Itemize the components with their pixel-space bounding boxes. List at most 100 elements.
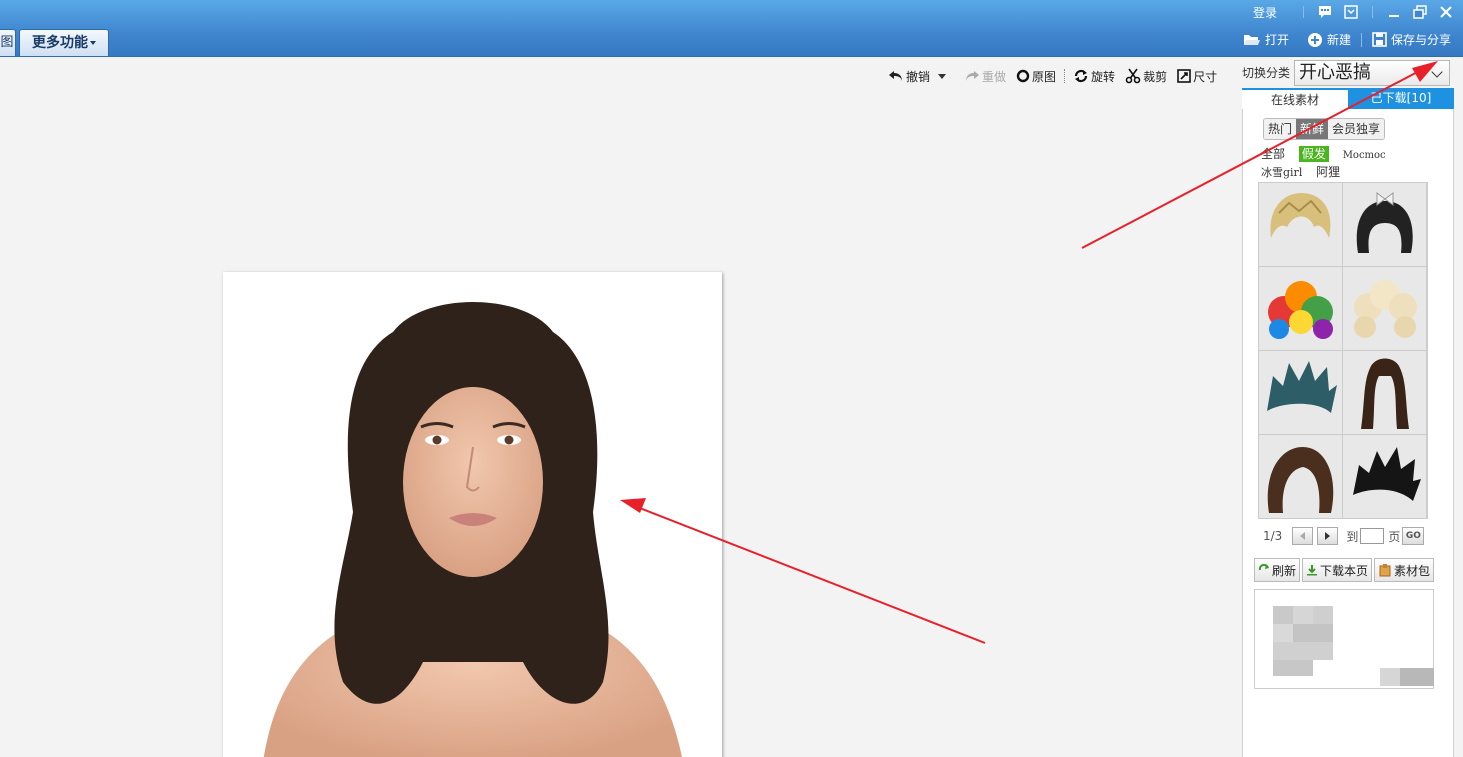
message-icon[interactable]	[1318, 5, 1332, 19]
redo-icon	[966, 71, 980, 81]
filter-icesnow-girl[interactable]: 冰雪girl	[1261, 165, 1302, 181]
restore-icon[interactable]	[1413, 5, 1427, 19]
rotate-icon	[1074, 69, 1088, 83]
blur-pixel	[1293, 606, 1313, 624]
resize-icon	[1177, 69, 1191, 83]
window-controls: 登录	[1253, 0, 1463, 24]
goto-label: 到	[1346, 529, 1359, 544]
caret-down-icon[interactable]	[938, 73, 947, 79]
black-spiky-wig-thumb[interactable]	[1343, 435, 1426, 518]
open-button[interactable]: 打开	[1243, 31, 1289, 48]
divider	[1360, 32, 1362, 47]
save-share-label: 保存与分享	[1390, 33, 1451, 47]
refresh-label: 刷新	[1272, 563, 1297, 578]
more-features-label: 更多功能	[32, 35, 88, 51]
minimize-icon[interactable]	[1387, 5, 1401, 19]
segment-hot[interactable]: 热门	[1264, 119, 1297, 139]
edit-toolbar: 撤销 重做 原图 旋转 裁剪 尺寸	[888, 66, 1227, 86]
segment-new[interactable]: 新鲜	[1296, 119, 1329, 139]
blur-pixel	[1273, 642, 1333, 660]
undo-button[interactable]: 撤销	[888, 68, 947, 85]
long-wavy-brown-wig-thumb[interactable]	[1343, 351, 1426, 434]
filter-mocmoc[interactable]: Mocmoc	[1343, 148, 1386, 164]
teal-spiky-wig-thumb[interactable]	[1259, 351, 1342, 434]
blur-pixel	[1273, 624, 1293, 642]
divider	[1303, 6, 1304, 18]
panel-tabs: 在线素材 已下载[10]	[1242, 88, 1454, 109]
chevron-left-icon	[1300, 532, 1306, 540]
login-link[interactable]: 登录	[1253, 4, 1277, 21]
rotate-button[interactable]: 旋转	[1073, 68, 1115, 85]
filter-all[interactable]: 全部	[1261, 146, 1285, 162]
new-label: 新建	[1326, 33, 1351, 47]
segment-vip[interactable]: 会员独享	[1328, 119, 1385, 139]
next-page-button[interactable]	[1317, 527, 1339, 545]
divider	[1064, 69, 1066, 83]
package-label: 素材包	[1394, 563, 1431, 578]
file-actions: 打开 新建 保存与分享	[1225, 31, 1451, 48]
save-share-button[interactable]: 保存与分享	[1372, 31, 1451, 48]
blur-pixel	[1293, 624, 1333, 642]
refresh-button[interactable]: 刷新	[1254, 558, 1301, 582]
category-label: 切换分类	[1242, 66, 1291, 80]
size-button[interactable]: 尺寸	[1177, 68, 1217, 85]
crop-button[interactable]: 裁剪	[1125, 68, 1167, 85]
panel-actions: 刷新 下载本页 素材包	[1254, 558, 1436, 582]
more-features-tab[interactable]: 更多功能	[19, 29, 109, 56]
rotate-label: 旋转	[1091, 69, 1116, 84]
blurred-content	[1254, 589, 1434, 689]
redo-button[interactable]: 重做	[964, 68, 1006, 85]
plus-circle-icon	[1307, 32, 1322, 47]
cream-curly-wig-thumb[interactable]	[1343, 267, 1426, 350]
save-icon	[1372, 32, 1387, 47]
open-label: 打开	[1264, 33, 1289, 47]
photo-canvas[interactable]	[223, 272, 722, 757]
portrait-image	[263, 302, 682, 757]
thumbnail-grid	[1258, 182, 1428, 519]
original-label: 原图	[1032, 69, 1057, 84]
filter-tags: 全部 假发 Mocmoc 冰雪girl 阿狸	[1261, 146, 1451, 181]
scissors-icon	[1125, 68, 1141, 84]
original-button[interactable]: 原图	[1016, 68, 1056, 85]
page-input[interactable]	[1360, 528, 1385, 544]
redo-label: 重做	[982, 69, 1007, 84]
black-bob-bow-wig-thumb[interactable]	[1343, 183, 1426, 266]
download-page-button[interactable]: 下载本页	[1302, 558, 1373, 582]
size-label: 尺寸	[1193, 69, 1218, 84]
blur-pixel	[1400, 668, 1434, 686]
filter-wig[interactable]: 假发	[1298, 146, 1329, 162]
close-icon[interactable]	[1439, 5, 1453, 19]
refresh-icon	[1258, 564, 1269, 571]
prev-page-button[interactable]	[1292, 527, 1314, 545]
chevron-right-icon	[1325, 532, 1331, 540]
tab-online-materials[interactable]: 在线素材	[1242, 88, 1348, 109]
title-bar: 图 更多功能 登录 打开 新建 保存与分享	[0, 0, 1463, 57]
blur-pixel	[1380, 668, 1400, 686]
page-status: 1/3	[1263, 529, 1283, 543]
tab-partial[interactable]: 图	[0, 29, 16, 56]
undo-label: 撤销	[906, 69, 931, 84]
undo-icon	[889, 71, 902, 81]
divider	[1372, 6, 1373, 18]
tab-downloaded[interactable]: 已下载[10]	[1348, 88, 1454, 109]
new-button[interactable]: 新建	[1307, 31, 1351, 48]
category-select[interactable]: 开心恶搞	[1294, 60, 1450, 86]
package-button[interactable]: 素材包	[1374, 558, 1435, 582]
package-icon	[1379, 564, 1391, 577]
blonde-short-wig-thumb[interactable]	[1259, 183, 1342, 266]
download-icon	[1307, 565, 1318, 576]
panel-body: 热门 新鲜 会员独享 全部 假发 Mocmoc 冰雪girl 阿狸 1/3 到 …	[1242, 109, 1454, 757]
filter-ali[interactable]: 阿狸	[1316, 164, 1340, 180]
blur-pixel	[1273, 606, 1293, 624]
download-page-label: 下载本页	[1320, 563, 1369, 578]
menu-box-icon[interactable]	[1344, 5, 1358, 19]
crop-label: 裁剪	[1143, 69, 1168, 84]
blur-pixel	[1273, 660, 1313, 676]
material-panel: 切换分类 开心恶搞 在线素材 已下载[10] 热门 新鲜 会员独享 全部 假发 …	[1238, 60, 1463, 757]
folder-icon	[1243, 34, 1260, 45]
rainbow-afro-wig-thumb[interactable]	[1259, 267, 1342, 350]
sort-segments: 热门 新鲜 会员独享	[1263, 118, 1386, 140]
brown-bob-wig-thumb[interactable]	[1259, 435, 1342, 518]
go-button[interactable]: GO	[1402, 527, 1425, 545]
caret-down-icon	[90, 41, 96, 45]
